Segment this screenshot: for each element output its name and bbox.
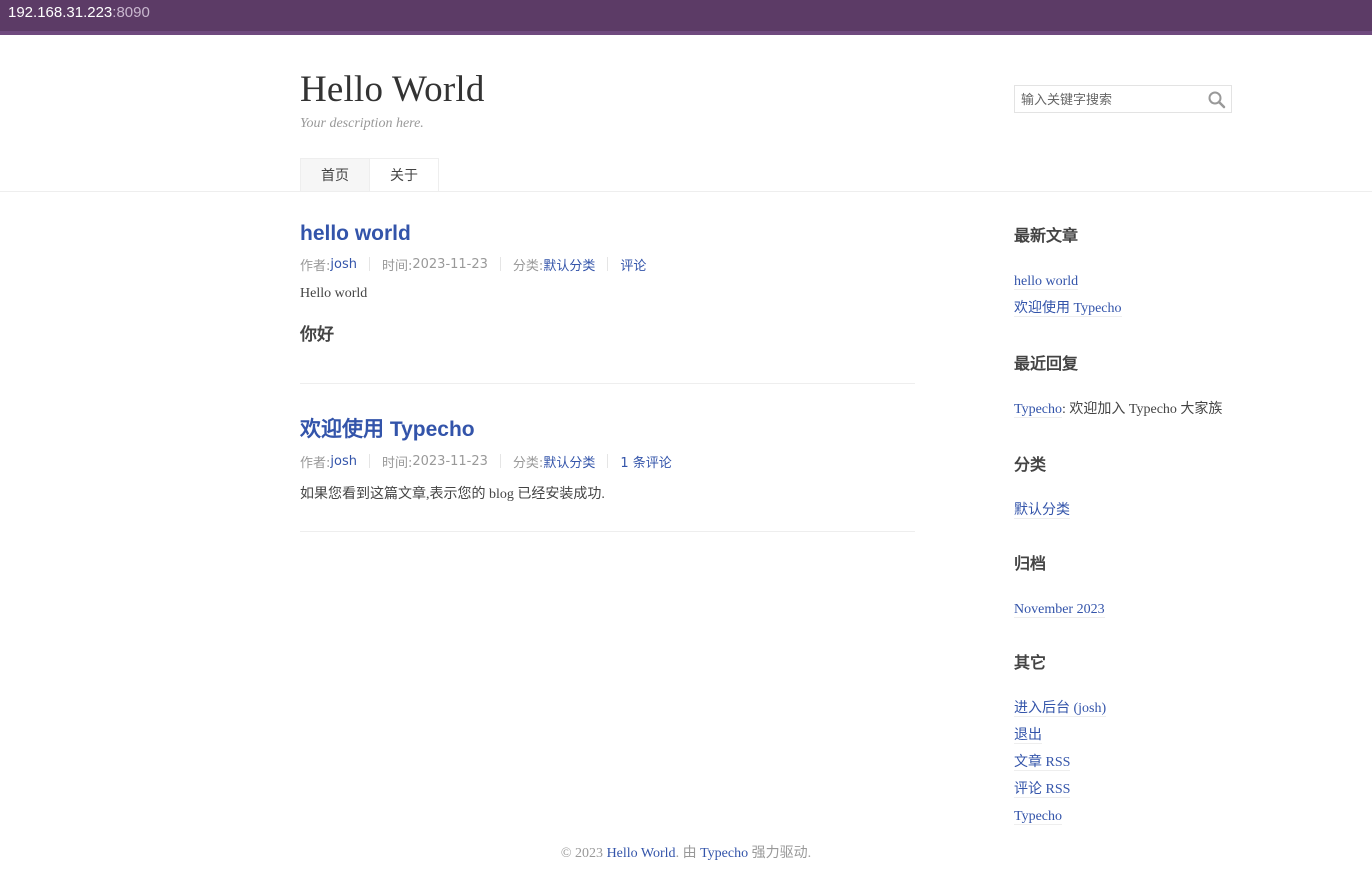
widget-title: 分类 <box>1014 455 1047 474</box>
post-title-link[interactable]: hello world <box>300 222 411 245</box>
post-item: hello world 作者: josh 时间: 2023-11-23 分类: … <box>300 222 915 345</box>
site-description: Your description here. <box>300 116 424 131</box>
comment-author-link[interactable]: Typecho <box>1014 402 1063 418</box>
search-icon <box>1208 91 1226 109</box>
post-item: 欢迎使用 Typecho 作者: josh 时间: 2023-11-23 分类:… <box>300 413 915 503</box>
recent-post-link[interactable]: hello world <box>1014 274 1079 290</box>
url-text[interactable]: 192.168.31.223:8090 <box>8 4 150 21</box>
post-paragraph: 如果您看到这篇文章,表示您的 blog 已经安装成功. <box>300 487 605 502</box>
site-title[interactable]: Hello World <box>300 68 485 111</box>
copyright-text: © 2023 <box>560 846 607 861</box>
meta-divider <box>368 454 370 468</box>
posts-rss-link[interactable]: 文章 RSS <box>1014 755 1071 771</box>
widget-title: 最近回复 <box>1014 354 1079 373</box>
meta-divider <box>368 257 370 271</box>
browser-url-bar[interactable]: 192.168.31.223:8090 <box>0 0 1372 35</box>
author-label: 作者: <box>300 455 331 471</box>
post-date: 2023-11-23 <box>412 256 488 272</box>
list-item: 退出 <box>1014 722 1244 749</box>
post-author-link[interactable]: josh <box>330 257 357 272</box>
widget-categories: 分类 默认分类 <box>1014 451 1244 524</box>
widget-archives: 归档 November 2023 <box>1014 550 1244 623</box>
list-item: November 2023 <box>1014 596 1244 623</box>
list-item: 进入后台 (josh) <box>1014 695 1244 722</box>
typecho-link[interactable]: Typecho <box>1014 809 1063 825</box>
archive-link[interactable]: November 2023 <box>1014 602 1105 618</box>
post-divider <box>300 531 915 532</box>
list-item: Typecho: 欢迎加入 Typecho 大家族 <box>1014 396 1244 423</box>
meta-divider <box>607 257 609 271</box>
sidebar: 最新文章 hello world 欢迎使用 Typecho 最近回复 Typec… <box>1014 222 1244 830</box>
list-item: 文章 RSS <box>1014 749 1244 776</box>
meta-divider <box>607 454 609 468</box>
post-meta: 作者: josh 时间: 2023-11-23 分类: 默认分类 1 条评论 <box>300 452 915 471</box>
widget-title: 其它 <box>1014 653 1047 672</box>
post-comments-link[interactable]: 1 条评论 <box>620 452 671 471</box>
list-item: 欢迎使用 Typecho <box>1014 295 1244 322</box>
url-port: :8090 <box>112 4 150 21</box>
footer: © 2023 Hello World. 由 Typecho 强力驱动. <box>0 842 1372 862</box>
list-item: 默认分类 <box>1014 497 1244 524</box>
category-link[interactable]: 默认分类 <box>1014 503 1070 519</box>
author-label: 作者: <box>300 258 331 274</box>
widget-title: 归档 <box>1014 554 1047 573</box>
header-divider <box>0 191 1372 192</box>
main-nav: 首页 关于 <box>300 158 439 191</box>
post-date: 2023-11-23 <box>412 453 488 469</box>
post-category-link[interactable]: 默认分类 <box>543 255 595 274</box>
post-author-link[interactable]: josh <box>330 454 357 469</box>
post-divider <box>300 383 915 384</box>
footer-typecho-link[interactable]: Typecho <box>700 846 748 861</box>
meta-divider <box>499 454 501 468</box>
list-item: Typecho <box>1014 803 1244 830</box>
footer-site-link[interactable]: Hello World <box>607 846 676 861</box>
post-content: Hello world 你好 <box>300 286 915 345</box>
date-label: 时间: <box>381 258 413 274</box>
search-button[interactable] <box>1207 90 1227 110</box>
comment-text: : 欢迎加入 Typecho 大家族 <box>1062 402 1223 417</box>
post-category-link[interactable]: 默认分类 <box>543 452 595 471</box>
post-paragraph: Hello world <box>300 286 368 301</box>
recent-post-link[interactable]: 欢迎使用 Typecho <box>1014 301 1122 317</box>
post-comments-link[interactable]: 评论 <box>620 255 646 274</box>
list-item: 评论 RSS <box>1014 776 1244 803</box>
widget-recent-comments: 最近回复 Typecho: 欢迎加入 Typecho 大家族 <box>1014 350 1244 423</box>
post-meta: 作者: josh 时间: 2023-11-23 分类: 默认分类 评论 <box>300 255 915 274</box>
post-content: 如果您看到这篇文章,表示您的 blog 已经安装成功. <box>300 483 915 503</box>
nav-home[interactable]: 首页 <box>300 158 370 191</box>
search-form <box>1014 85 1232 113</box>
widget-other: 其它 进入后台 (josh) 退出 文章 RSS 评论 RSS Typecho <box>1014 649 1244 830</box>
category-label: 分类: <box>512 455 544 471</box>
footer-text: . 由 <box>675 846 701 861</box>
widget-recent-posts: 最新文章 hello world 欢迎使用 Typecho <box>1014 222 1244 322</box>
list-item: hello world <box>1014 268 1244 295</box>
nav-about[interactable]: 关于 <box>370 158 439 191</box>
admin-link[interactable]: 进入后台 (josh) <box>1014 701 1107 717</box>
url-host: 192.168.31.223 <box>8 4 113 21</box>
post-title-link[interactable]: 欢迎使用 Typecho <box>300 418 475 441</box>
widget-title: 最新文章 <box>1014 226 1079 245</box>
category-label: 分类: <box>512 258 544 274</box>
footer-text: 强力驱动. <box>748 846 812 861</box>
meta-divider <box>499 257 501 271</box>
logout-link[interactable]: 退出 <box>1014 728 1042 744</box>
post-heading: 你好 <box>300 325 334 345</box>
date-label: 时间: <box>381 455 413 471</box>
comments-rss-link[interactable]: 评论 RSS <box>1014 782 1071 798</box>
search-input[interactable] <box>1015 86 1205 112</box>
